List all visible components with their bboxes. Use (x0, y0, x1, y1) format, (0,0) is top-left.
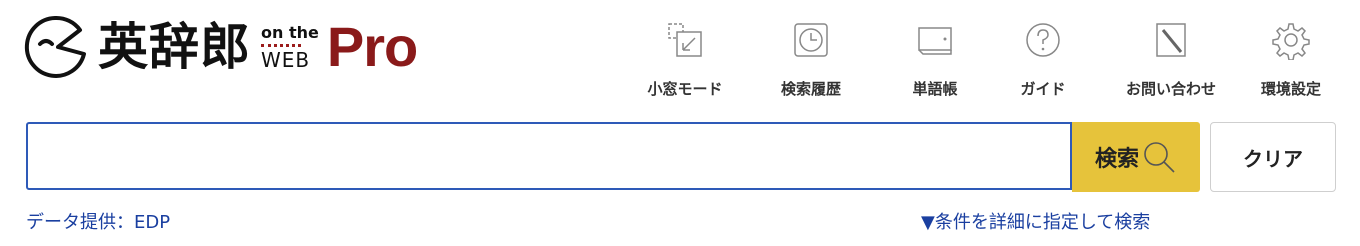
logo-pro: Pro (326, 15, 418, 78)
clock-icon (791, 20, 831, 60)
site-logo[interactable]: 英辞郎 on the WEB Pro (22, 12, 418, 82)
toolbar-item-wordbook[interactable]: 単語帳 (880, 14, 990, 106)
data-source-credit: データ提供：EDP (26, 212, 171, 233)
toolbar-item-label: 単語帳 (912, 80, 958, 98)
toolbar: 小窓モード 検索履歴 単語帳 ガイド お問い合わせ 環境設定 (632, 14, 1344, 106)
search-button[interactable]: 検索 (1072, 122, 1200, 192)
toolbar-item-label: 環境設定 (1260, 80, 1321, 98)
toolbar-item-label: ガイド (1020, 80, 1066, 98)
toolbar-item-history[interactable]: 検索履歴 (756, 14, 866, 106)
logo-on-the: on the (261, 22, 319, 42)
toolbar-item-contact[interactable]: お問い合わせ (1116, 14, 1226, 106)
logo-web: WEB (261, 47, 311, 72)
mini-window-icon (665, 20, 705, 60)
logo-jp-text: 英辞郎 (98, 18, 251, 76)
toolbar-item-label: お問い合わせ (1125, 80, 1216, 98)
search-input[interactable] (26, 122, 1072, 190)
help-icon (1023, 20, 1063, 60)
wordbook-icon (915, 20, 955, 60)
clear-button[interactable]: クリア (1210, 122, 1336, 192)
pacman-face-logo-icon (24, 15, 86, 78)
gear-icon (1271, 20, 1311, 61)
toolbar-item-settings[interactable]: 環境設定 (1236, 14, 1346, 106)
toolbar-item-label: 小窓モード (647, 80, 723, 98)
magnifier-icon (1144, 142, 1175, 173)
logo-on-the-web: on the WEB (261, 22, 319, 72)
advanced-search-link[interactable]: ▼条件を詳細に指定して検索 (921, 208, 1150, 234)
logo-dotted-divider (261, 43, 301, 47)
clear-button-label: クリア (1243, 146, 1303, 171)
search-button-label: 検索 (1094, 147, 1139, 172)
pen-icon (1151, 20, 1191, 60)
toolbar-item-label: 検索履歴 (780, 80, 841, 98)
toolbar-item-mini-window[interactable]: 小窓モード (630, 14, 740, 106)
toolbar-item-guide[interactable]: ガイド (988, 14, 1098, 106)
search-bar: 検索 クリア (26, 122, 1336, 192)
